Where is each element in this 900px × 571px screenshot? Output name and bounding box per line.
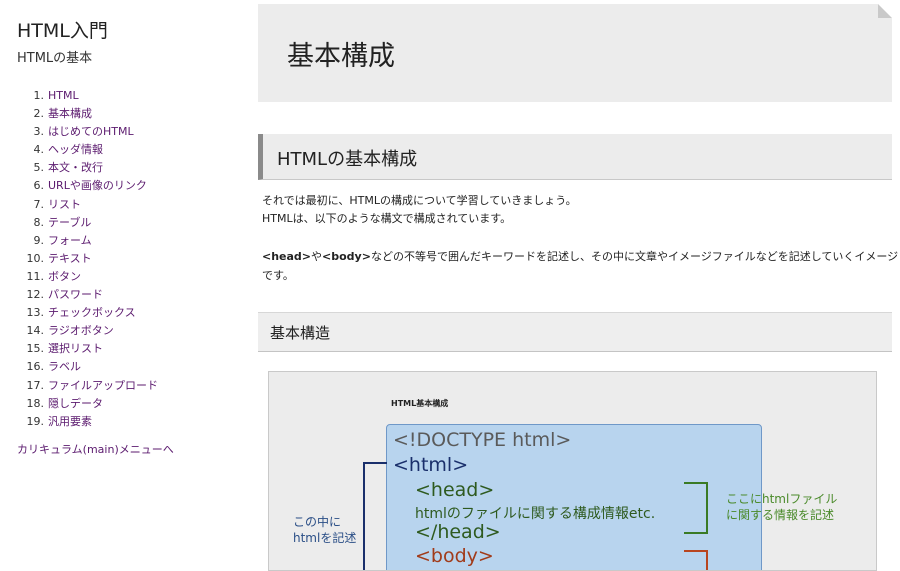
toc-item-link[interactable]: ファイルアップロード: [48, 379, 158, 392]
html-note: この中に htmlを記述: [293, 514, 356, 546]
toc-item-link[interactable]: フォーム: [48, 234, 92, 247]
toc-item-number: 16.: [26, 360, 45, 374]
paragraph-line: HTMLは、以下のような構文で構成されています。: [262, 212, 512, 225]
code-doctype: <!DOCTYPE html>: [393, 429, 572, 451]
figure-title: HTML基本構成: [391, 399, 449, 408]
toc-item-number: 6.: [33, 179, 45, 193]
head-tag-text: <head>: [262, 250, 312, 263]
toc-item-number: 18.: [26, 396, 45, 410]
toc-item: 10. テキスト: [18, 250, 158, 268]
toc-item: 15. 選択リスト: [18, 340, 158, 358]
site-title[interactable]: HTML入門: [17, 16, 108, 43]
head-note: ここにhtmlファイル に関する情報を記述: [726, 491, 837, 523]
toc-item-number: 13.: [26, 306, 45, 320]
toc-item-link[interactable]: 基本構成: [48, 107, 92, 120]
html-bracket-line: [363, 462, 365, 570]
html-note-line: この中に: [293, 515, 342, 529]
page-header: 基本構成: [258, 4, 892, 102]
toc-item-number: 7.: [33, 197, 45, 211]
toc-item-link[interactable]: 本文・改行: [48, 161, 103, 174]
toc-item-link[interactable]: 隠しデータ: [48, 397, 103, 410]
page-title: 基本構成: [287, 41, 395, 72]
paragraph-text: などの不等号で囲んだキーワードを記述し、その中に文章やイメージファイルなどを記述…: [370, 250, 899, 263]
code-html-open: <html>: [393, 454, 469, 476]
toc-item: 6. URLや画像のリンク: [18, 177, 158, 195]
table-of-contents: 1. HTML 2. 基本構成 3. はじめてのHTML 4. ヘッダ情報 5. 本文・改行 6. U…: [18, 87, 159, 431]
toc-item: 4. ヘッダ情報: [18, 141, 158, 159]
toc-item-link[interactable]: テキスト: [48, 252, 92, 265]
code-head-info: htmlのファイルに関する構成情報etc.: [415, 506, 656, 522]
subsection-title: 基本構造: [270, 324, 331, 342]
toc-item: 14. ラジオボタン: [18, 322, 158, 340]
toc-item: 18. 隠しデータ: [18, 395, 158, 413]
html-structure-figure: HTML基本構成 <!DOCTYPE html> <html> <head> h…: [268, 371, 877, 571]
toc-item: 5. 本文・改行: [18, 159, 158, 177]
toc-item-number: 3.: [33, 125, 45, 139]
toc-item-link[interactable]: ラジオボタン: [48, 324, 114, 337]
toc-item-number: 10.: [26, 251, 45, 265]
body-bracket: [684, 550, 708, 570]
code-head-close: </head>: [415, 521, 501, 543]
paragraph-line: それでは最初に、HTMLの構成について学習していきましょう。: [262, 194, 577, 207]
text-ya: や: [311, 250, 323, 263]
toc-item-number: 8.: [33, 215, 45, 229]
toc-item: 19. 汎用要素: [18, 413, 158, 431]
toc-item: 1. HTML: [18, 87, 158, 105]
paragraph-line: です。: [262, 269, 294, 282]
toc-item: 8. テーブル: [18, 214, 158, 232]
toc-item-link[interactable]: ボタン: [48, 270, 81, 283]
toc-item-number: 11.: [26, 269, 45, 283]
site-subtitle: HTMLの基本: [17, 51, 93, 66]
head-note-line: ここにhtmlファイル: [726, 492, 838, 506]
section-heading: HTMLの基本構成: [258, 134, 892, 180]
head-note-line: に関する情報を記述: [726, 508, 835, 522]
subsection-heading: 基本構造: [258, 312, 892, 352]
toc-item: 7. リスト: [18, 196, 158, 214]
toc-item: 12. パスワード: [18, 286, 158, 304]
toc-item-link[interactable]: ヘッダ情報: [48, 143, 103, 156]
html-note-line: htmlを記述: [293, 531, 357, 545]
toc-item-link[interactable]: URLや画像のリンク: [48, 179, 147, 192]
toc-item-link[interactable]: 汎用要素: [48, 415, 92, 428]
section-title: HTMLの基本構成: [277, 149, 418, 170]
head-bracket: [684, 482, 708, 534]
toc-item-number: 15.: [26, 342, 45, 356]
toc-item: 16. ラベル: [18, 358, 158, 376]
toc-item: 11. ボタン: [18, 268, 158, 286]
toc-item-link[interactable]: HTML: [48, 89, 79, 102]
toc-item-number: 1.: [33, 89, 45, 102]
toc-item-number: 5.: [33, 161, 45, 175]
toc-item-number: 4.: [33, 143, 45, 157]
toc-item-link[interactable]: はじめてのHTML: [48, 125, 134, 138]
toc-item-number: 14.: [26, 324, 45, 338]
toc-item: 2. 基本構成: [18, 105, 158, 123]
sidebar: HTML入門 HTMLの基本 1. HTML 2. 基本構成 3. はじめてのHTML 4.…: [0, 0, 250, 563]
toc-item-number: 12.: [26, 288, 45, 302]
toc-item-number: 2.: [33, 107, 45, 121]
toc-item: 17. ファイルアップロード: [18, 377, 159, 395]
toc-item-number: 17.: [26, 378, 45, 392]
toc-item-link[interactable]: テーブル: [48, 216, 91, 229]
code-head-open: <head>: [415, 479, 495, 501]
toc-item: 9. フォーム: [18, 232, 158, 250]
toc-item-number: 9.: [33, 233, 45, 247]
toc-item: 13. チェックボックス: [18, 304, 158, 322]
page-corner-fold: [878, 4, 892, 18]
toc-item-link[interactable]: パスワード: [48, 288, 103, 301]
curriculum-menu-link[interactable]: カリキュラム(main)メニューへ: [17, 441, 174, 457]
code-body-open: <body>: [415, 545, 494, 567]
toc-item-link[interactable]: 選択リスト: [48, 342, 103, 355]
toc-item-link[interactable]: ラベル: [48, 360, 81, 373]
toc-item: 3. はじめてのHTML: [18, 123, 158, 141]
toc-item-link[interactable]: リスト: [48, 198, 81, 211]
html-bracket-top: [363, 462, 387, 464]
toc-item-link[interactable]: チェックボックス: [48, 306, 136, 319]
body-tag-text: <body>: [322, 250, 371, 263]
toc-item-number: 19.: [26, 414, 45, 428]
paragraph-line: <head>や<body>などの不等号で囲んだキーワードを記述し、その中に文章や…: [262, 248, 898, 264]
